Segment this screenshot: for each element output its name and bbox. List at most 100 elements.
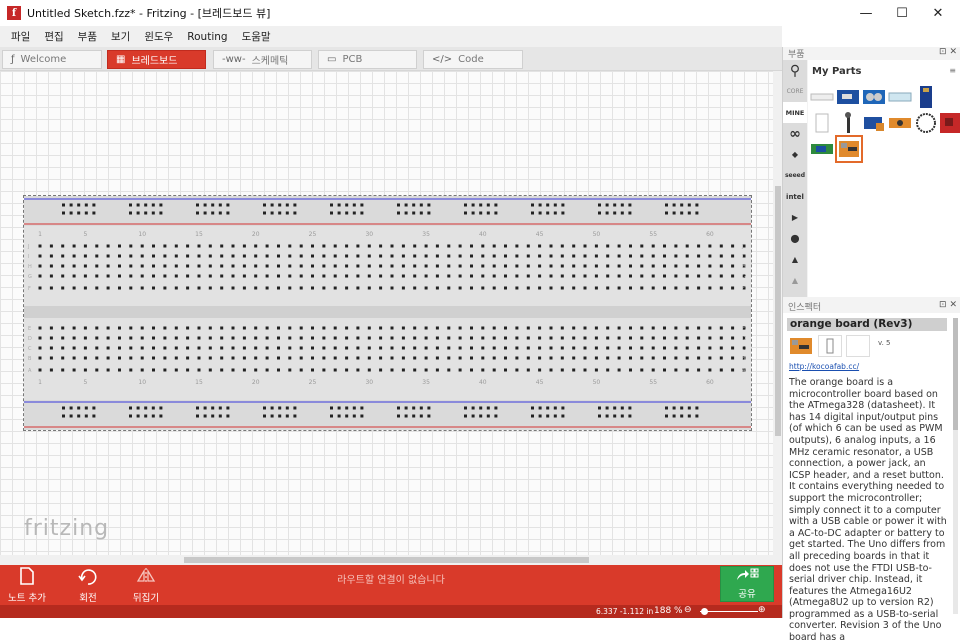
- canvas-horizontal-scrollbar[interactable]: [0, 555, 773, 565]
- breadboard[interactable]: 1155101015152020252530303535404045455050…: [24, 196, 751, 430]
- breadboard-hole: [95, 264, 99, 268]
- search-icon[interactable]: ⚲: [783, 60, 807, 81]
- column-label: 15: [195, 231, 203, 238]
- part-thumbnail[interactable]: [810, 137, 834, 161]
- breadboard-hole: [390, 286, 394, 290]
- schematic-icon: -ww-: [222, 54, 246, 65]
- breadboard-hole: [458, 286, 462, 290]
- breadboard-hole: [61, 336, 65, 340]
- panel-float-close-icon[interactable]: ⊡ ✕: [939, 300, 957, 310]
- part-thumbnail[interactable]: [836, 85, 860, 109]
- row-label: I: [742, 254, 743, 260]
- menu-view[interactable]: 보기: [104, 29, 137, 44]
- arduino-bin-icon[interactable]: ∞: [783, 123, 807, 144]
- snootlab-bin-icon[interactable]: ◆: [783, 144, 807, 165]
- bin-menu-icon[interactable]: ≡: [949, 66, 956, 75]
- part-url-link[interactable]: http://kocoafab.cc/: [789, 362, 859, 371]
- breadboard-hole: [186, 326, 190, 330]
- breadboard-hole: [492, 286, 496, 290]
- tab-pcb[interactable]: ▭ PCB: [318, 50, 417, 69]
- maximize-button[interactable]: ☐: [884, 0, 920, 26]
- tab-label: Code: [458, 54, 484, 65]
- breadboard-hole: [106, 254, 110, 258]
- column-label: 30: [365, 231, 373, 238]
- breadboard-hole: [629, 346, 632, 350]
- rail-hole: [218, 406, 222, 410]
- tab-breadboard[interactable]: ▦ 브레드보드: [107, 50, 206, 69]
- tab-schematic[interactable]: -ww- 스케메틱: [213, 50, 312, 69]
- minimize-button[interactable]: —: [848, 0, 884, 26]
- menu-file[interactable]: 파일: [4, 29, 37, 44]
- menu-part[interactable]: 부품: [71, 29, 104, 44]
- part-thumbnail[interactable]: [810, 111, 834, 135]
- breadboard-hole: [152, 254, 155, 258]
- part-thumbnail[interactable]: [940, 111, 960, 135]
- canvas-vertical-scrollbar[interactable]: [773, 71, 782, 565]
- fritzing-icon: ƒ: [11, 54, 15, 65]
- rail-hole: [84, 211, 88, 215]
- breadboard-hole: [549, 326, 553, 330]
- part-thumbnail[interactable]: [862, 111, 886, 135]
- menu-edit[interactable]: 편집: [37, 29, 70, 44]
- zoom-slider[interactable]: [700, 611, 758, 612]
- breadboard-hole: [697, 274, 701, 278]
- zoom-slider-handle[interactable]: [701, 608, 708, 615]
- breadboard-hole: [220, 254, 224, 258]
- panel-float-close-icon[interactable]: ⊡ ✕: [939, 47, 957, 57]
- menu-routing[interactable]: Routing: [180, 31, 234, 43]
- part-thumbnail[interactable]: [810, 85, 834, 109]
- breadboard-hole: [663, 254, 666, 258]
- part-thumbnail[interactable]: [888, 111, 912, 135]
- zoom-out-icon[interactable]: ⊖: [684, 605, 692, 615]
- part-thumbnail[interactable]: [888, 85, 912, 109]
- breadboard-hole: [538, 368, 542, 372]
- breadboard-hole: [617, 254, 621, 258]
- zoom-in-icon[interactable]: ⊕: [758, 605, 766, 615]
- part-thumbnail[interactable]: [862, 85, 886, 109]
- up-arrow-icon[interactable]: ▲: [783, 270, 807, 291]
- adafruit-bin-icon[interactable]: ▲: [783, 249, 807, 270]
- scroll-thumb[interactable]: [184, 557, 589, 563]
- rail-hole: [695, 203, 699, 207]
- rail-hole: [620, 211, 624, 215]
- breadboard-hole: [719, 264, 723, 268]
- bin-core[interactable]: CORE: [783, 81, 807, 102]
- scroll-thumb[interactable]: [953, 318, 958, 430]
- breadboard-hole: [504, 326, 507, 330]
- close-button[interactable]: ✕: [920, 0, 956, 26]
- breadboard-view-image: [789, 335, 813, 357]
- contrib-bin-icon[interactable]: ⬤: [783, 228, 807, 249]
- part-thumbnail-selected[interactable]: [835, 135, 863, 163]
- breadboard-hole: [583, 274, 587, 278]
- part-thumbnail[interactable]: [914, 85, 938, 109]
- breadboard-hole: [651, 244, 655, 248]
- menu-window[interactable]: 윈도우: [137, 29, 180, 44]
- breadboard-hole: [583, 286, 587, 290]
- breadboard-hole: [379, 326, 383, 330]
- menu-help[interactable]: 도움말: [235, 29, 278, 44]
- breadboard-hole: [413, 254, 417, 258]
- breadboard-hole: [674, 286, 678, 290]
- breadboard-hole: [708, 368, 712, 372]
- part-thumbnail[interactable]: [914, 111, 938, 135]
- bin-mine[interactable]: MINE: [783, 102, 807, 123]
- tab-code[interactable]: </> Code: [423, 50, 523, 69]
- share-button[interactable]: 공유: [720, 566, 774, 602]
- breadboard-hole: [367, 346, 371, 350]
- tab-welcome[interactable]: ƒ Welcome: [2, 50, 102, 69]
- intel-bin-icon[interactable]: intel: [783, 186, 807, 207]
- part-thumbnail[interactable]: [836, 111, 860, 135]
- breadboard-hole: [640, 336, 644, 340]
- breadboard-hole: [140, 286, 144, 290]
- breadboard-hole: [72, 274, 76, 278]
- temp-bin-icon[interactable]: ▶: [783, 207, 807, 228]
- seeed-bin-icon[interactable]: seeed: [783, 165, 807, 186]
- rail-hole: [546, 211, 550, 215]
- breadboard-canvas[interactable]: 1 1 5 5 10 10 15 15 20 20 25 25 30 30 35 35 40 40 45 45 50 50…: [0, 71, 782, 565]
- scroll-thumb[interactable]: [775, 186, 781, 436]
- rail-hole: [620, 414, 624, 418]
- breadboard-hole: [606, 286, 610, 290]
- rail-hole: [211, 414, 215, 418]
- inspector-scrollbar[interactable]: [953, 318, 958, 614]
- breadboard-hole: [697, 356, 701, 360]
